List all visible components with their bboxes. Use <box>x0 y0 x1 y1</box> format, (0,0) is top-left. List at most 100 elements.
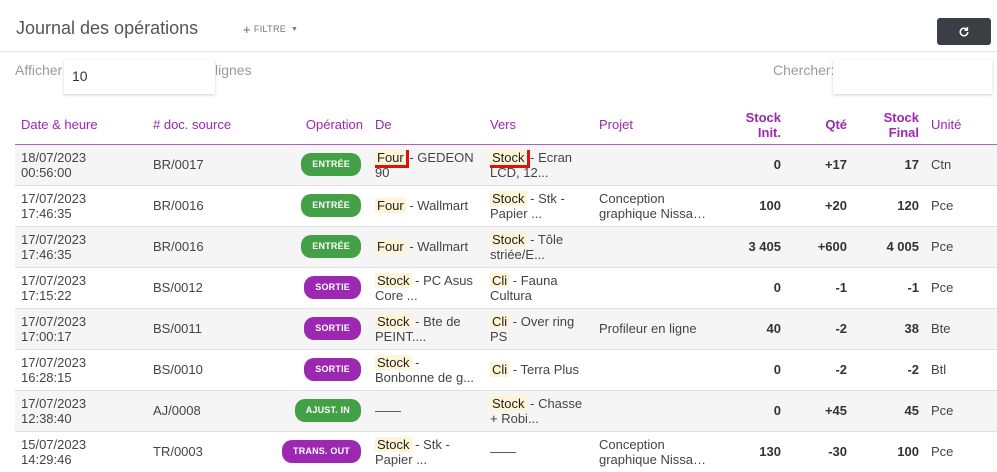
table-row[interactable]: 18/07/2023 00:56:00 BR/0017 ENTRÉE Four -… <box>15 144 997 186</box>
time-value: 17:46:35 <box>21 205 72 221</box>
date-value: 17/07/2023 <box>21 395 87 411</box>
cell-date: 17/07/2023 12:38:40 <box>15 390 147 432</box>
cell-operation: SORTIE <box>275 267 369 309</box>
col-doc[interactable]: # doc. source <box>147 106 275 145</box>
cell-project: Conception graphique Nissan + <box>593 185 717 227</box>
cell-stock-final: 120 <box>853 185 925 227</box>
table-row[interactable]: 17/07/2023 17:00:17 BS/0011 SORTIE Stock … <box>15 308 997 350</box>
cell-to: Cli - Terra Plus <box>484 349 593 391</box>
from-text: - Wallmart <box>405 239 469 254</box>
project-text: Conception graphique Nissan + <box>599 436 701 467</box>
operation-badge: SORTIE <box>304 317 361 340</box>
cell-project <box>593 144 717 186</box>
cell-project: Profileur en ligne <box>593 308 717 350</box>
page-length-select[interactable]: 10 <box>64 60 215 94</box>
page-title: Journal des opérations <box>16 18 199 38</box>
col-stock-final-line1: Stock <box>883 109 919 125</box>
cell-doc: BS/0011 <box>147 308 275 350</box>
cell-project <box>593 226 717 268</box>
operation-badge: ENTRÉE <box>301 153 361 176</box>
time-value: 14:29:46 <box>21 451 72 467</box>
col-operation[interactable]: Opération <box>275 106 369 145</box>
date-value: 17/07/2023 <box>21 272 87 288</box>
cell-stock-final: 17 <box>853 144 925 186</box>
from-tag: Stock <box>375 354 412 370</box>
cell-stock-init: 0 <box>717 144 787 186</box>
cell-qty: +45 <box>787 390 853 432</box>
cell-doc: BR/0016 <box>147 226 275 268</box>
cell-unit: Btl <box>925 349 997 391</box>
cell-date: 17/07/2023 17:46:35 <box>15 226 147 268</box>
table-row[interactable]: 17/07/2023 16:28:15 BS/0010 SORTIE Stock … <box>15 349 997 391</box>
table-row[interactable]: 15/07/2023 14:29:46 TR/0003 TRANS. OUT St… <box>15 431 997 472</box>
cell-stock-final: -1 <box>853 267 925 309</box>
cell-stock-init: 3 405 <box>717 226 787 268</box>
cell-to: Stock - Tôle striée/E... <box>484 226 593 268</box>
cell-from: Stock - PC Asus Core ... <box>369 267 484 309</box>
cell-operation: ENTRÉE <box>275 185 369 227</box>
page-length-label: Afficher <box>15 62 63 78</box>
col-stock-init[interactable]: Stock Init. <box>717 106 787 145</box>
to-tag: Stock <box>490 190 527 206</box>
refresh-button[interactable] <box>937 18 991 45</box>
cell-project: Conception graphique Nissan + <box>593 431 717 472</box>
cell-to: Cli - Over ring PS <box>484 308 593 350</box>
cell-stock-init: 0 <box>717 390 787 432</box>
from-tag: Four <box>375 198 406 213</box>
cell-unit: Pce <box>925 431 997 472</box>
operation-badge: AJUST. IN <box>294 399 361 422</box>
from-tag: Four <box>375 149 409 168</box>
table-row[interactable]: 17/07/2023 17:15:22 BS/0012 SORTIE Stock … <box>15 267 997 309</box>
cell-operation: SORTIE <box>275 308 369 350</box>
to-tag: Cli <box>490 272 510 288</box>
filter-button[interactable]: + FILTRE ▼ <box>243 23 299 36</box>
from-text: —— <box>375 403 401 418</box>
table-header-row: Date & heure # doc. source Opération De … <box>15 106 997 145</box>
to-tag: Cli <box>490 362 510 377</box>
cell-operation: TRANS. OUT <box>275 431 369 472</box>
table-controls: Afficher 10 lignes Chercher: <box>0 52 997 100</box>
cell-project <box>593 267 717 309</box>
cell-stock-init: 130 <box>717 431 787 472</box>
search-label: Chercher: <box>773 62 835 78</box>
time-value: 17:15:22 <box>21 287 72 303</box>
table-row[interactable]: 17/07/2023 12:38:40 AJ/0008 AJUST. IN —— … <box>15 390 997 432</box>
caret-down-icon: ▼ <box>291 25 299 33</box>
project-text: Conception graphique Nissan + <box>599 190 701 221</box>
from-text: - Wallmart <box>405 198 469 213</box>
cell-from: Stock - Stk - Papier ... <box>369 431 484 472</box>
table-row[interactable]: 17/07/2023 17:46:35 BR/0016 ENTRÉE Four -… <box>15 185 997 227</box>
cell-qty: -2 <box>787 349 853 391</box>
time-value: 12:38:40 <box>21 410 72 426</box>
cell-qty: -2 <box>787 308 853 350</box>
cell-to: Stock - Ecran LCD, 12... <box>484 144 593 186</box>
cell-from: Stock - Bonbonne de g... <box>369 349 484 391</box>
cell-unit: Pce <box>925 185 997 227</box>
table-row[interactable]: 17/07/2023 17:46:35 BR/0016 ENTRÉE Four -… <box>15 226 997 268</box>
col-project[interactable]: Projet <box>593 106 717 145</box>
cell-doc: BR/0016 <box>147 185 275 227</box>
cell-to: —— <box>484 431 593 472</box>
cell-unit: Pce <box>925 226 997 268</box>
to-text: —— <box>490 444 516 459</box>
cell-to: Stock - Chasse + Robi... <box>484 390 593 432</box>
col-qty[interactable]: Qté <box>787 106 853 145</box>
filter-label: FILTRE <box>253 24 287 34</box>
cell-stock-init: 0 <box>717 267 787 309</box>
table-body: 18/07/2023 00:56:00 BR/0017 ENTRÉE Four -… <box>15 144 997 472</box>
page-header: Journal des opérations + FILTRE ▼ <box>0 0 997 52</box>
page-length-suffix: lignes <box>215 62 252 78</box>
cell-date: 17/07/2023 17:00:17 <box>15 308 147 350</box>
col-unit[interactable]: Unité <box>925 106 997 145</box>
operation-badge: TRANS. OUT <box>282 440 361 463</box>
col-to[interactable]: Vers <box>484 106 593 145</box>
col-from[interactable]: De <box>369 106 484 145</box>
operation-badge: ENTRÉE <box>301 235 361 258</box>
col-stock-final[interactable]: Stock Final <box>853 106 925 145</box>
search-input[interactable] <box>833 60 992 94</box>
col-date[interactable]: Date & heure <box>15 106 147 145</box>
operation-badge: ENTRÉE <box>301 194 361 217</box>
cell-stock-final: 45 <box>853 390 925 432</box>
cell-doc: BS/0012 <box>147 267 275 309</box>
cell-qty: +17 <box>787 144 853 186</box>
